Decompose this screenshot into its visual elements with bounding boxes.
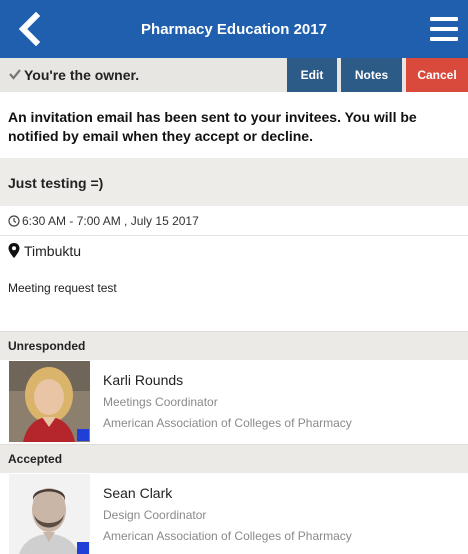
edit-button[interactable]: Edit: [287, 58, 337, 92]
invitation-notice: An invitation email has been sent to you…: [8, 109, 417, 144]
owner-status-text: You're the owner.: [24, 67, 140, 83]
section-label: Unresponded: [8, 339, 86, 353]
notes-button[interactable]: Notes: [341, 58, 402, 92]
menu-button[interactable]: [428, 15, 460, 43]
event-location-row: Timbuktu: [0, 236, 468, 266]
event-time: 6:30 AM - 7:00 AM , July 15 2017: [22, 214, 199, 228]
cancel-button[interactable]: Cancel: [406, 58, 468, 92]
top-app-bar: Pharmacy Education 2017: [0, 0, 468, 58]
status-indicator: [77, 429, 89, 441]
page-title: Pharmacy Education 2017: [141, 21, 327, 38]
invitee-organization: American Association of Colleges of Phar…: [103, 416, 352, 430]
invitee-organization: American Association of Colleges of Phar…: [103, 529, 352, 543]
event-subject-band: Just testing =): [0, 158, 468, 206]
back-button[interactable]: [14, 11, 48, 47]
status-indicator: [77, 542, 89, 554]
section-header-accepted: Accepted: [0, 444, 468, 473]
clock-icon: [8, 215, 20, 227]
invitee-name: Karli Rounds: [103, 372, 184, 388]
invitee-row[interactable]: Karli Rounds Meetings Coordinator Americ…: [0, 360, 468, 444]
avatar: [9, 361, 90, 442]
event-location: Timbuktu: [24, 243, 82, 259]
chevron-left-icon: [18, 11, 41, 47]
event-time-row: 6:30 AM - 7:00 AM , July 15 2017: [0, 206, 468, 236]
invitee-title: Meetings Coordinator: [103, 395, 218, 409]
section-label: Accepted: [8, 452, 63, 466]
hamburger-menu-icon: [430, 17, 458, 41]
invitee-row[interactable]: Sean Clark Design Coordinator American A…: [0, 473, 468, 554]
map-pin-icon: [8, 243, 20, 258]
checkmark-icon: [9, 69, 21, 80]
invitee-title: Design Coordinator: [103, 508, 207, 522]
owner-bar: You're the owner. Edit Notes Cancel: [0, 58, 468, 92]
event-subject: Just testing =): [8, 175, 104, 191]
event-description: Meeting request test: [8, 281, 117, 295]
avatar: [9, 474, 90, 554]
section-header-unresponded: Unresponded: [0, 331, 468, 360]
invitee-name: Sean Clark: [103, 485, 173, 501]
